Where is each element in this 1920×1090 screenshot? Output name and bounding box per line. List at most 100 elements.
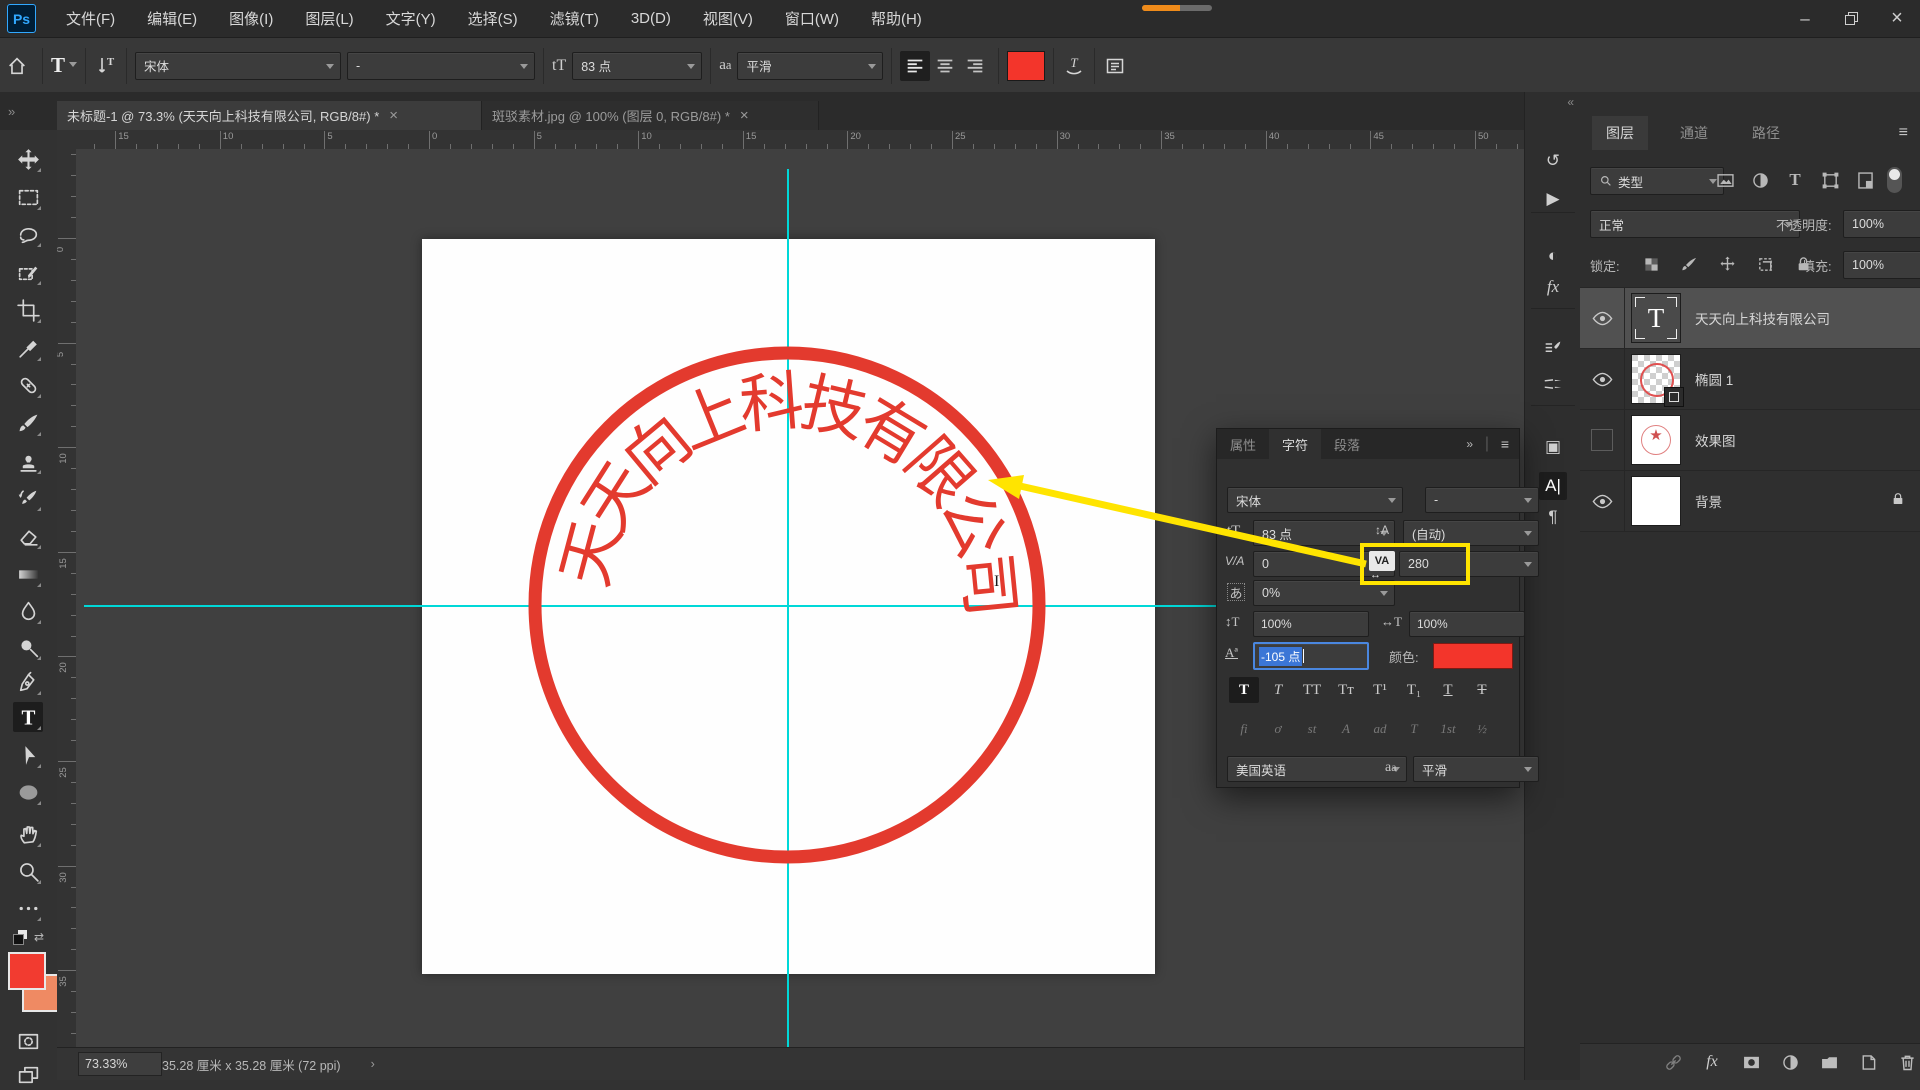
text-color-swatch[interactable] (1007, 51, 1045, 81)
lock-position-icon[interactable] (1714, 251, 1740, 277)
filter-adjustment-icon[interactable] (1747, 167, 1773, 193)
menu-item-1[interactable]: 编辑(E) (131, 0, 213, 37)
new-layer-icon[interactable] (1855, 1049, 1881, 1075)
style-button-4[interactable]: T¹ (1365, 677, 1395, 703)
link-layers-icon[interactable] (1660, 1049, 1686, 1075)
more-tools[interactable] (13, 893, 43, 923)
horizontal-scale-input[interactable]: 100% (1409, 611, 1525, 637)
type-tool-preset[interactable]: T (51, 53, 77, 78)
image-layer-thumbnail[interactable]: ★ (1631, 415, 1681, 465)
align-left-button[interactable] (900, 51, 930, 81)
clone-stamp-tool[interactable] (13, 446, 43, 476)
cp-font-style-select[interactable]: - (1425, 487, 1539, 513)
tracking-select[interactable]: 280 (1399, 551, 1539, 577)
toolbar-collapse-icon[interactable]: » (8, 104, 15, 119)
close-button[interactable]: × (1874, 0, 1920, 37)
visibility-eye-icon[interactable] (1580, 349, 1625, 409)
text-orientation-icon[interactable]: T (94, 54, 118, 78)
baseline-shift-input[interactable]: -105 点 (1253, 642, 1369, 670)
filter-toggle[interactable] (1887, 167, 1902, 193)
lock-pixels-icon[interactable] (1676, 251, 1702, 277)
quick-mask-button[interactable] (13, 1026, 43, 1056)
screen-mode-button[interactable] (13, 1060, 43, 1090)
rectangular-marquee-tool[interactable] (13, 182, 43, 212)
style-button-1[interactable]: T (1263, 677, 1293, 703)
font-family-select[interactable]: 宋体 (135, 52, 341, 80)
menu-item-4[interactable]: 文字(Y) (370, 0, 452, 37)
layer-row-1[interactable]: 椭圆 1 (1580, 349, 1920, 410)
minimize-button[interactable]: – (1782, 0, 1828, 37)
swap-colors-icon[interactable]: ⇄ (34, 930, 44, 944)
menu-item-6[interactable]: 滤镜(T) (534, 0, 615, 37)
tsume-select[interactable]: 0% (1253, 580, 1395, 606)
warp-text-icon[interactable]: T (1062, 54, 1086, 78)
close-tab-icon[interactable]: × (389, 107, 398, 124)
tab-paths[interactable]: 路径 (1738, 116, 1794, 150)
opentype-button-4[interactable]: ad (1365, 717, 1395, 741)
menu-item-10[interactable]: 帮助(H) (855, 0, 938, 37)
layer-row-3[interactable]: 背景 (1580, 471, 1920, 532)
cp-color-swatch[interactable] (1433, 643, 1513, 669)
filter-image-icon[interactable] (1712, 167, 1738, 193)
layer-filter-select[interactable]: 类型 (1590, 167, 1724, 195)
menu-item-0[interactable]: 文件(F) (50, 0, 131, 37)
layer-row-0[interactable]: T 天天向上科技有限公司 (1580, 288, 1920, 349)
menu-item-3[interactable]: 图层(L) (289, 0, 369, 37)
gradient-tool[interactable] (13, 559, 43, 589)
cp-anti-alias-select[interactable]: 平滑 (1413, 756, 1539, 782)
delete-layer-icon[interactable] (1894, 1049, 1920, 1075)
menu-item-7[interactable]: 3D(D) (615, 0, 687, 37)
foreground-color-swatch[interactable] (8, 952, 46, 990)
opentype-button-1[interactable]: ơ (1263, 717, 1293, 741)
cp-font-family-select[interactable]: 宋体 (1227, 487, 1403, 513)
styles-panel-icon[interactable]: fx (1539, 273, 1567, 301)
layer-mask-icon[interactable] (1738, 1049, 1764, 1075)
vertical-ruler[interactable]: 05101520253035 (57, 149, 77, 1048)
dodge-tool[interactable] (13, 632, 43, 662)
background-layer-thumbnail[interactable] (1631, 476, 1681, 526)
adjustments-panel-icon[interactable]: ◐ (1539, 242, 1567, 270)
paragraph-panel-icon[interactable]: ¶ (1539, 503, 1567, 531)
opentype-button-3[interactable]: A (1331, 717, 1361, 741)
home-icon[interactable] (0, 55, 34, 77)
restore-button[interactable] (1828, 0, 1874, 37)
status-chevron-icon[interactable]: › (371, 1057, 375, 1071)
panel-menu-icon[interactable]: ≡ (1899, 124, 1908, 142)
pen-tool[interactable] (13, 667, 43, 697)
object-selection-tool[interactable] (13, 257, 43, 287)
opacity-select[interactable]: 100% (1843, 210, 1920, 238)
crop-tool[interactable] (13, 295, 43, 325)
history-panel-icon[interactable]: ↺ (1539, 147, 1567, 175)
tab-layers[interactable]: 图层 (1592, 116, 1648, 150)
align-right-button[interactable] (960, 51, 990, 81)
layer-name[interactable]: 天天向上科技有限公司 (1695, 308, 1920, 328)
text-layer-thumbnail[interactable]: T (1631, 293, 1681, 343)
style-button-7[interactable]: T (1467, 677, 1497, 703)
align-center-button[interactable] (930, 51, 960, 81)
zoom-tool[interactable] (13, 856, 43, 886)
blend-mode-select[interactable]: 正常 (1590, 210, 1800, 238)
tab-character[interactable]: 字符 (1269, 429, 1321, 459)
style-button-0[interactable]: T (1229, 677, 1259, 703)
document-tab[interactable]: 斑驳素材.jpg @ 100% (图层 0, RGB/8#) * × (482, 101, 819, 130)
history-brush-tool[interactable] (13, 483, 43, 513)
type-tool[interactable]: T (13, 702, 43, 732)
blur-tool[interactable] (13, 596, 43, 626)
opentype-button-7[interactable]: ½ (1467, 717, 1497, 741)
spot-healing-brush-tool[interactable] (13, 370, 43, 400)
font-style-select[interactable]: - (347, 52, 535, 80)
cp-font-size-select[interactable]: 83 点 (1253, 520, 1395, 546)
zoom-level-input[interactable]: 73.33% (78, 1052, 162, 1076)
vertical-scale-input[interactable]: 100% (1253, 611, 1369, 637)
new-group-icon[interactable] (1816, 1049, 1842, 1075)
tab-channels[interactable]: 通道 (1666, 116, 1722, 150)
layer-style-icon[interactable]: fx (1699, 1049, 1725, 1075)
layer-row-2[interactable]: ★效果图 (1580, 410, 1920, 471)
visibility-eye-icon[interactable] (1580, 471, 1625, 531)
character-panel-icon[interactable]: A| (1539, 472, 1567, 500)
filter-shape-icon[interactable] (1817, 167, 1843, 193)
path-selection-tool[interactable] (13, 740, 43, 770)
layer-name[interactable]: 背景 (1695, 491, 1890, 511)
menu-item-5[interactable]: 选择(S) (452, 0, 534, 37)
eyedropper-tool[interactable] (13, 333, 43, 363)
